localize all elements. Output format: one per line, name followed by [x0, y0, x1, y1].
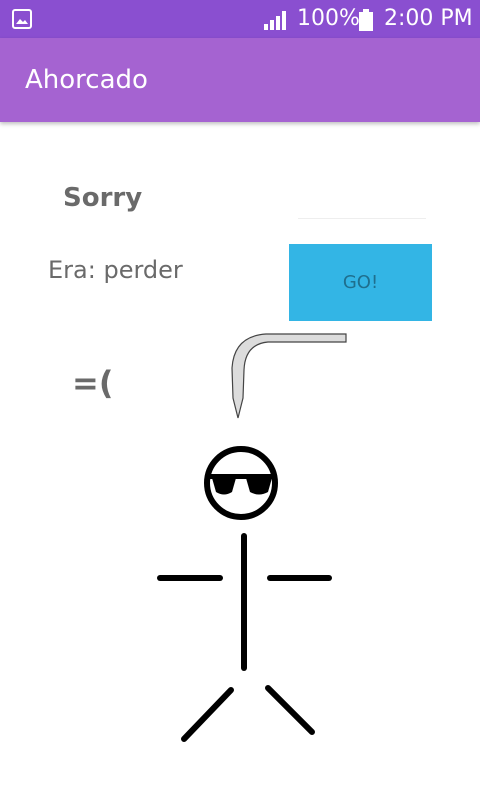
left-leg — [181, 687, 234, 742]
go-button[interactable]: GO! — [289, 244, 432, 321]
hook-icon — [231, 333, 347, 419]
battery-icon — [359, 9, 373, 31]
stick-figure — [157, 446, 332, 742]
app-bar: Ahorcado — [0, 38, 480, 122]
signal-icon — [264, 11, 286, 30]
letter-input[interactable] — [296, 186, 428, 218]
head — [204, 446, 278, 520]
word-reveal-text: Era: perder — [48, 256, 183, 284]
right-leg — [265, 685, 315, 735]
sad-face-text: =( — [72, 364, 114, 402]
sunglasses-icon — [206, 474, 276, 495]
result-title: Sorry — [63, 183, 143, 213]
clock: 2:00 PM — [384, 6, 473, 31]
status-bar: 100% 2:00 PM — [0, 0, 480, 38]
battery-percent: 100% — [297, 6, 360, 31]
input-underline — [298, 218, 426, 219]
image-icon — [12, 9, 32, 29]
app-title: Ahorcado — [25, 65, 148, 95]
